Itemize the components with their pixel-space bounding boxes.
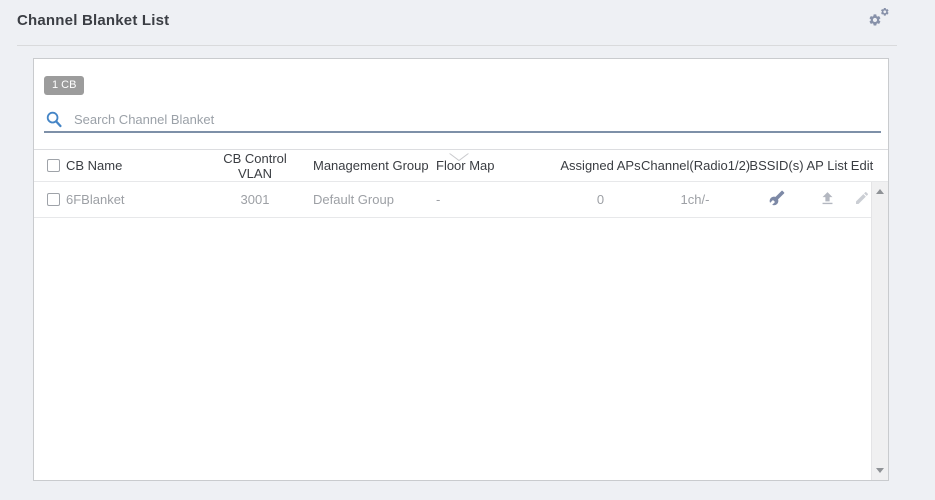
select-all-checkbox[interactable] [47,159,60,172]
vertical-scrollbar[interactable] [871,182,888,480]
search-input[interactable] [74,108,864,130]
table-body: 6FBlanket 3001 Default Group - 0 1ch/- [34,182,888,480]
scroll-up-icon[interactable] [876,189,884,194]
ap-list-button[interactable] [804,190,850,210]
search-icon [46,111,62,133]
upload-icon [819,190,836,210]
cell-cb-control-vlan: 3001 [205,192,305,207]
col-header-cb-control-vlan: CB Control VLAN [205,151,305,181]
col-header-management-group: Management Group [305,158,436,173]
cell-cb-name: 6FBlanket [66,192,205,207]
channel-blanket-panel: 1 CB CB Name CB Control VLAN Management … [33,58,889,481]
cb-table: CB Name CB Control VLAN Management Group… [34,149,888,480]
settings-button[interactable] [866,5,894,31]
gear-icon [866,18,894,35]
bssid-button[interactable] [749,190,804,209]
table-row[interactable]: 6FBlanket 3001 Default Group - 0 1ch/- [34,182,888,218]
col-header-channel-radio: Channel(Radio1/2) [641,158,749,173]
header-divider [17,45,897,46]
col-header-assigned-aps: Assigned APs [560,158,641,173]
cell-channel-radio: 1ch/- [641,192,749,207]
pencil-icon [854,190,870,209]
scroll-down-icon[interactable] [876,468,884,473]
col-header-bssids: BSSID(s) [749,158,804,173]
panel-notch-icon [449,149,469,159]
col-header-cb-name: CB Name [66,158,205,173]
page-title: Channel Blanket List [17,12,169,29]
cell-management-group: Default Group [305,192,436,207]
cb-count-badge: 1 CB [44,76,84,95]
search-bar [44,108,881,133]
col-header-edit: Edit [850,158,874,173]
row-checkbox[interactable] [47,193,60,206]
cell-assigned-aps: 0 [560,192,641,207]
col-header-ap-list: AP List [804,158,850,173]
cell-floor-map: - [436,192,560,207]
wrench-icon [769,190,785,209]
